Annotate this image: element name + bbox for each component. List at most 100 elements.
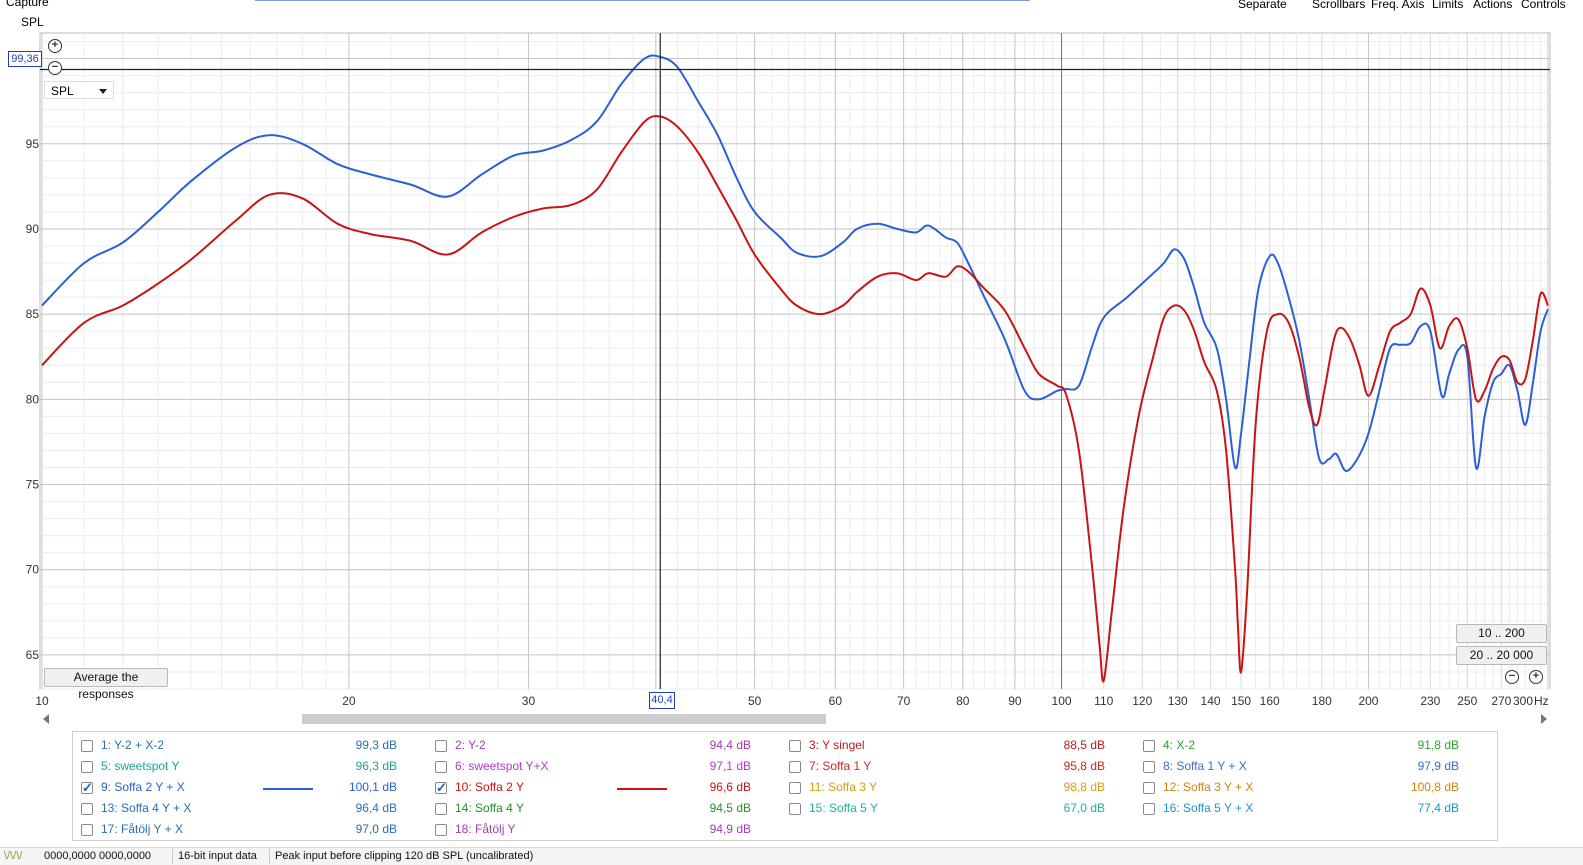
legend-checkbox-17[interactable] [81,824,93,836]
zoom-out-icon[interactable]: − [48,61,62,75]
legend-label-4[interactable]: 4: X-2 [1163,738,1195,752]
legend-item-7: 7: Soffa 1 Y 95,8 dB [789,758,1129,778]
range-20-20000-button[interactable]: 20 .. 20 000 [1456,646,1547,665]
legend-label-10[interactable]: 10: Soffa 2 Y [455,780,524,794]
legend-label-5[interactable]: 5: sweetspot Y [101,759,180,773]
x-unit-label: Hz [1534,694,1549,708]
legend-checkbox-10[interactable] [435,780,447,796]
legend-checkbox-11[interactable] [789,782,801,794]
status-wave: \/\/\/ [4,850,23,862]
legend-value-11: 98,8 dB [1063,780,1105,794]
legend-item-8: 8: Soffa 1 Y + X 97,9 dB [1143,758,1483,778]
scroll-left-icon[interactable] [43,714,49,724]
scroll-right-icon[interactable] [1541,714,1547,724]
legend-checkbox-6[interactable] [435,761,447,773]
x-tick-label: 120 [1132,694,1152,708]
legend-label-16[interactable]: 16: Soffa 5 Y + X [1163,801,1253,815]
legend-label-9[interactable]: 9: Soffa 2 Y + X [101,780,185,794]
y-tick-label: 70 [26,563,40,577]
legend-checkbox-2[interactable] [435,740,447,752]
x-zoom-in-icon[interactable]: + [1529,670,1543,684]
legend-item-5: 5: sweetspot Y 96,3 dB [81,758,421,778]
legend-item-3: 3: Y singel 88,5 dB [789,737,1129,757]
legend-label-8[interactable]: 8: Soffa 1 Y + X [1163,759,1247,773]
legend-item-17: 17: Fåtölj Y + X 97,0 dB [81,821,421,841]
legend-label-15[interactable]: 15: Soffa 5 Y [809,801,878,815]
legend-checkbox-13[interactable] [81,803,93,815]
legend-label-14[interactable]: 14: Soffa 4 Y [455,801,524,815]
scroll-thumb[interactable] [302,714,826,724]
legend-checkbox-9[interactable] [81,780,93,796]
legend-label-1[interactable]: 1: Y-2 + X-2 [101,738,164,752]
x-tick-label: 70 [897,694,911,708]
legend-item-6: 6: sweetspot Y+X 97,1 dB [435,758,775,778]
y-tick-labels: 65707580859095100 [19,52,39,662]
y-tick-label: 65 [26,648,40,662]
spl-selector-value: SPL [51,84,74,98]
legend-checkbox-1[interactable] [81,740,93,752]
average-responses-button[interactable]: Average the responses [44,668,168,701]
legend-label-3[interactable]: 3: Y singel [809,738,865,752]
horizontal-scrollbar[interactable] [40,712,1550,726]
zoom-in-icon[interactable]: + [48,39,62,53]
legend-label-7[interactable]: 7: Soffa 1 Y [809,759,871,773]
x-tick-label: 80 [956,694,970,708]
spl-selector[interactable]: SPL [44,81,114,99]
legend-item-18: 18: Fåtölj Y 94,9 dB [435,821,775,841]
chevron-down-icon [99,89,107,94]
legend-checkbox-8[interactable] [1143,761,1155,773]
legend-checkbox-18[interactable] [435,824,447,836]
legend-item-1: 1: Y-2 + X-2 99,3 dB [81,737,421,757]
x-tick-label: 150 [1231,694,1251,708]
legend-checkbox-15[interactable] [789,803,801,815]
x-tick-label: 100 [1052,694,1072,708]
legend-checkbox-5[interactable] [81,761,93,773]
legend-label-2[interactable]: 2: Y-2 [455,738,486,752]
legend-value-13: 96,4 dB [355,801,397,815]
legend-value-14: 94,5 dB [709,801,751,815]
legend-item-16: 16: Soffa 5 Y + X 77,4 dB [1143,800,1483,820]
legend-value-16: 77,4 dB [1417,801,1459,815]
legend-label-12[interactable]: 12: Soffa 3 Y + X [1163,780,1253,794]
x-tick-label: 20 [342,694,356,708]
x-tick-label: 200 [1358,694,1378,708]
legend-value-12: 100,8 dB [1410,780,1459,794]
legend-label-18[interactable]: 18: Fåtölj Y [455,822,515,836]
legend-value-8: 97,9 dB [1417,759,1459,773]
legend-value-2: 94,4 dB [709,738,751,752]
x-zoom-out-icon[interactable]: − [1505,670,1519,684]
legend-checkbox-16[interactable] [1143,803,1155,815]
legend-checkbox-14[interactable] [435,803,447,815]
legend-line-swatch-9 [263,788,313,790]
legend-label-11[interactable]: 11: Soffa 3 Y [809,780,877,794]
legend-line-swatch-10 [617,788,667,790]
x-tick-label: 90 [1008,694,1022,708]
legend-value-3: 88,5 dB [1063,738,1105,752]
y-tick-label: 95 [26,137,40,151]
y-cursor-value: 99,36 [8,51,42,67]
x-tick-label: 130 [1168,694,1188,708]
legend-checkbox-3[interactable] [789,740,801,752]
legend-checkbox-12[interactable] [1143,782,1155,794]
legend-value-10: 96,6 dB [709,780,751,794]
legend-label-13[interactable]: 13: Soffa 4 Y + X [101,801,191,815]
legend-value-17: 97,0 dB [355,822,397,836]
legend-checkbox-4[interactable] [1143,740,1155,752]
x-tick-label: 140 [1201,694,1221,708]
status-input-format: 16-bit input data [178,850,257,862]
legend-label-17[interactable]: 17: Fåtölj Y + X [101,822,183,836]
range-10-200-button[interactable]: 10 .. 200 [1456,624,1547,643]
status-peak-info: Peak input before clipping 120 dB SPL (u… [275,850,534,862]
legend-label-6[interactable]: 6: sweetspot Y+X [455,759,549,773]
x-tick-label: 10 [35,694,49,708]
spl-chart[interactable]: 65 70 75 80 85 90 95 100 10 20 30 50 60 70 80 90 100 110… [0,0,1583,712]
legend-item-12: 12: Soffa 3 Y + X 100,8 dB [1143,779,1483,799]
legend-checkbox-7[interactable] [789,761,801,773]
status-coords: 0000,0000 0000,0000 [44,850,152,862]
x-tick-label: 160 [1260,694,1280,708]
plot-area[interactable] [39,32,1551,690]
y-tick-label: 80 [26,392,40,406]
x-tick-label: 50 [748,694,762,708]
legend-value-18: 94,9 dB [709,822,751,836]
x-tick-label: 60 [829,694,843,708]
